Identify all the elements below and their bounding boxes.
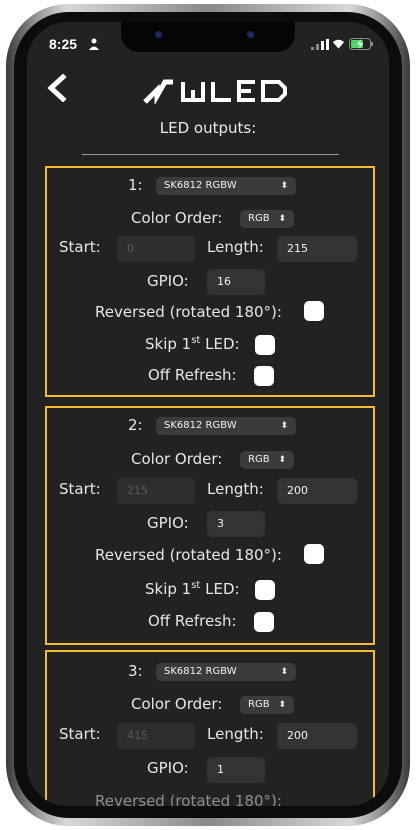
chevron-up-down-icon: ⬍ [278,455,286,465]
status-bar: 8:25 [27,22,389,68]
output-1-length-label: Length: [207,238,264,256]
wled-logo [143,79,287,104]
output-2-skip-label: Skip 1st LED: [145,580,240,598]
chevron-up-down-icon: ⬍ [280,421,288,431]
output-3-index: 3: [128,662,143,680]
output-3-color-order-select[interactable]: RGB ⬍ [240,696,294,714]
output-2-off-refresh-checkbox[interactable] [254,612,274,632]
status-time: 8:25 [49,36,78,52]
output-2-start-label: Start: [59,480,101,498]
output-1-off-refresh-checkbox[interactable] [254,366,274,386]
chevron-up-down-icon: ⬍ [278,700,286,710]
output-2-length-input[interactable]: 200 [277,478,357,504]
output-3-type-value: SK6812 RGBW [164,666,237,677]
chevron-up-down-icon: ⬍ [280,667,288,677]
output-1-type-select[interactable]: SK6812 RGBW ⬍ [156,177,296,195]
output-1-gpio-label: GPIO: [147,272,189,290]
output-2-off-refresh-label: Off Refresh: [148,612,237,630]
divider [82,154,339,155]
output-3-color-order-label: Color Order: [131,695,223,713]
sensor-icon [247,31,254,38]
chevron-up-down-icon: ⬍ [280,181,288,191]
output-2-start-input[interactable]: 215 [117,478,195,504]
output-1-off-refresh-label: Off Refresh: [148,366,237,384]
output-3-start-label: Start: [59,725,101,743]
output-1-color-order-label: Color Order: [131,209,223,227]
output-2-gpio-input[interactable]: 3 [207,511,265,537]
output-2-gpio-label: GPIO: [147,514,189,532]
chevron-up-down-icon: ⬍ [278,214,286,224]
led-output-3-highlight: 3: SK6812 RGBW ⬍ Color Order: RGB ⬍ Start:… [45,650,375,806]
output-3-color-order-value: RGB [248,699,270,710]
person-icon [89,38,99,50]
output-3-length-input[interactable]: 200 [277,723,357,749]
led-output-1-highlight: 1: SK6812 RGBW ⬍ Color Order: RGB ⬍ Start:… [45,166,375,397]
output-2-reversed-label: Reversed (rotated 180°): [95,546,282,564]
output-1-color-order-select[interactable]: RGB ⬍ [240,210,294,228]
output-1-reversed-checkbox[interactable] [304,301,324,321]
output-1-skip-checkbox[interactable] [255,335,275,355]
notch [121,22,295,52]
output-2-length-label: Length: [207,480,264,498]
output-3-type-select[interactable]: SK6812 RGBW ⬍ [156,663,296,681]
output-1-start-label: Start: [59,238,101,256]
output-1-gpio-input[interactable]: 16 [207,269,265,295]
output-3-gpio-label: GPIO: [147,759,189,777]
output-1-index: 1: [128,176,143,194]
output-1-color-order-value: RGB [248,213,270,224]
output-1-start-input[interactable]: 0 [117,236,195,262]
output-2-color-order-value: RGB [248,454,270,465]
output-3-length-label: Length: [207,725,264,743]
output-2-type-select[interactable]: SK6812 RGBW ⬍ [156,417,296,435]
output-2-skip-checkbox[interactable] [255,580,275,600]
signal-icon [311,39,329,50]
back-icon[interactable] [47,74,69,102]
camera-icon [155,31,162,38]
output-1-length-input[interactable]: 215 [277,236,357,262]
output-3-start-input[interactable]: 415 [117,723,195,749]
output-2-type-value: SK6812 RGBW [164,420,237,431]
output-2-color-order-select[interactable]: RGB ⬍ [240,451,294,469]
output-2-color-order-label: Color Order: [131,450,223,468]
phone-screen: 8:25 LED outputs: 1: SK6812 RGBW ⬍ Color … [27,22,389,806]
battery-charging-icon [349,38,373,50]
output-1-skip-label: Skip 1st LED: [145,335,240,353]
wifi-icon [332,39,345,49]
section-title: LED outputs: [159,119,257,137]
output-1-type-value: SK6812 RGBW [164,180,237,191]
output-3-gpio-input[interactable]: 1 [207,757,265,783]
output-1-reversed-label: Reversed (rotated 180°): [95,303,282,321]
output-2-reversed-checkbox[interactable] [304,544,324,564]
output-3-reversed-label: Reversed (rotated 180°): [95,792,282,806]
led-output-2-highlight: 2: SK6812 RGBW ⬍ Color Order: RGB ⬍ Start:… [45,406,375,645]
output-2-index: 2: [128,416,143,434]
